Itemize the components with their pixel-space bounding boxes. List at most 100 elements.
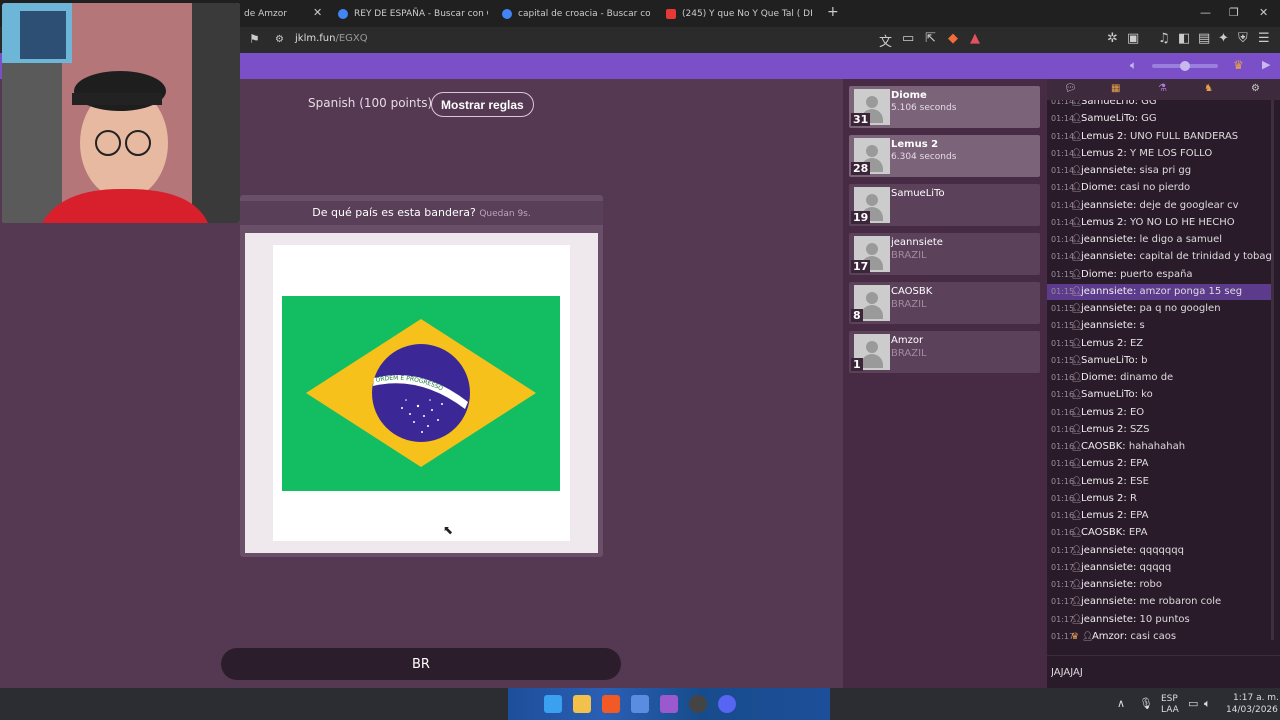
chat-username[interactable]: SamueLiTo <box>1081 100 1135 107</box>
wallet-icon[interactable]: ▤ <box>1198 31 1210 46</box>
close-window-icon[interactable]: ✕ <box>1259 6 1268 19</box>
chat-username[interactable]: Lemus 2 <box>1081 217 1123 228</box>
clock-date[interactable]: 14/03/2026 <box>1226 705 1278 715</box>
chat-username[interactable]: Lemus 2 <box>1081 424 1123 435</box>
language-primary[interactable]: ESP <box>1161 694 1178 704</box>
chat-username[interactable]: CAOSBK <box>1081 441 1122 452</box>
chat-username[interactable]: Lemus 2 <box>1081 510 1123 521</box>
flask-icon[interactable]: ⚗ <box>1158 83 1167 94</box>
volume-slider-knob[interactable] <box>1180 61 1190 71</box>
new-tab-button[interactable]: + <box>827 4 839 20</box>
chat-bubble-icon[interactable]: 💬︎ <box>1064 83 1077 94</box>
brazil-flag-image: ORDEM E PROGRESSO <box>282 296 560 491</box>
chat-scrollbar[interactable] <box>1271 100 1274 640</box>
play-icon[interactable]: ▶ <box>1262 58 1270 71</box>
chat-username[interactable]: Lemus 2 <box>1081 131 1123 142</box>
extensions-icon[interactable]: ✲ <box>1107 31 1118 46</box>
chat-timestamp: 01:15 <box>1051 355 1075 365</box>
show-rules-button[interactable]: Mostrar reglas <box>431 92 534 117</box>
webcam-overlay <box>2 3 240 223</box>
chat-username[interactable]: jeannsiete <box>1081 579 1133 590</box>
sidebar-icon[interactable]: ◧ <box>1178 31 1190 46</box>
chat-username[interactable]: jeannsiete <box>1081 562 1133 573</box>
users-icon[interactable]: ♞ <box>1204 83 1213 94</box>
brave-icon[interactable] <box>602 695 620 713</box>
minimize-icon[interactable]: — <box>1200 6 1211 19</box>
cast-icon[interactable]: ▭ <box>902 31 914 46</box>
chat-username[interactable]: Lemus 2 <box>1081 148 1123 159</box>
url-field[interactable]: jklm.fun/EGXQ <box>295 33 368 44</box>
speaker-icon[interactable]: 🔈︎ <box>1204 697 1211 711</box>
chat-username[interactable]: Diome <box>1081 372 1114 383</box>
chat-username[interactable]: Diome <box>1081 269 1114 280</box>
microphone-icon[interactable]: 🎙︎ <box>1139 697 1153 710</box>
chat-username[interactable]: Diome <box>1081 182 1114 193</box>
player-answer: BRAZIL <box>891 348 927 359</box>
chat-message: 01:14👤︎jeannsiete: le digo a samuel <box>1047 232 1273 248</box>
player-name: Diome <box>891 90 927 101</box>
chat-username[interactable]: jeannsiete <box>1081 303 1133 314</box>
menu-icon[interactable]: ☰ <box>1258 31 1270 46</box>
media-icon[interactable]: ♫ <box>1158 31 1170 46</box>
chat-text: Y ME LOS FOLLO <box>1129 147 1213 159</box>
chat-username[interactable]: jeannsiete <box>1081 200 1133 211</box>
tab-youtube[interactable]: (245) Y que No Y Que Tal ( DFAST <box>666 4 812 24</box>
chat-username[interactable]: jeannsiete <box>1081 320 1133 331</box>
vpn-icon[interactable]: ⛨ <box>1238 31 1248 46</box>
crown-icon[interactable]: ♛ <box>1233 58 1244 72</box>
chat-username[interactable]: jeannsiete <box>1081 286 1133 297</box>
user-icon: 👤︎ <box>1071 114 1083 125</box>
chat-username[interactable]: Amzor <box>1092 631 1124 642</box>
youtube-icon <box>666 9 676 19</box>
network-icon[interactable]: ▭ <box>1188 697 1198 710</box>
screenshot-icon[interactable]: ▣ <box>1127 31 1139 46</box>
file-explorer-icon[interactable] <box>573 695 591 713</box>
chat-username[interactable]: jeannsiete <box>1081 234 1133 245</box>
chat-input[interactable] <box>1047 655 1280 688</box>
tab-capital-croacia[interactable]: capital de croacia - Buscar con Goog <box>502 4 650 24</box>
tab-rey-de-espana[interactable]: REY DE ESPAÑA - Buscar con Google <box>338 4 488 24</box>
close-tab-icon[interactable]: ✕ <box>313 6 322 19</box>
chat-username[interactable]: CAOSBK <box>1081 527 1122 538</box>
app-icon[interactable] <box>660 695 678 713</box>
chat-username[interactable]: jeannsiete <box>1081 545 1133 556</box>
chat-username[interactable]: SamueLiTo <box>1081 355 1135 366</box>
language-secondary[interactable]: LAA <box>1161 705 1179 715</box>
chat-username[interactable]: SamueLiTo <box>1081 389 1135 400</box>
leo-icon[interactable]: ✦ <box>1218 31 1229 46</box>
user-icon: 👤︎ <box>1071 545 1083 556</box>
user-icon: 👤︎ <box>1071 183 1083 194</box>
obs-icon[interactable] <box>689 695 707 713</box>
chat-username[interactable]: Lemus 2 <box>1081 458 1123 469</box>
discord-icon[interactable] <box>718 695 736 713</box>
tray-chevron-icon[interactable]: ∧ <box>1117 697 1125 710</box>
brave-rewards-icon[interactable]: ▲ <box>970 31 980 46</box>
trophy-icon[interactable]: ▦ <box>1111 83 1120 94</box>
chat-username[interactable]: jeannsiete <box>1081 596 1133 607</box>
chat-username[interactable]: Lemus 2 <box>1081 338 1123 349</box>
store-icon[interactable] <box>631 695 649 713</box>
chat-username[interactable]: jeannsiete <box>1081 165 1133 176</box>
chat-username[interactable]: Lemus 2 <box>1081 476 1123 487</box>
chat-username[interactable]: jeannsiete <box>1081 614 1133 625</box>
site-settings-icon[interactable]: ⚙ <box>275 34 284 45</box>
tab-amzor[interactable]: de Amzor <box>244 4 308 24</box>
player-answer: BRAZIL <box>891 299 927 310</box>
chat-username[interactable]: Lemus 2 <box>1081 407 1123 418</box>
chat-username[interactable]: SamueLiTo <box>1081 113 1135 124</box>
share-icon[interactable]: ⇱ <box>925 31 936 46</box>
answer-input[interactable] <box>221 648 621 680</box>
volume-icon[interactable]: 🔈︎ <box>1130 58 1137 73</box>
translate-icon[interactable]: 文 <box>879 31 892 50</box>
brave-shield-icon[interactable]: ◆ <box>948 31 958 46</box>
settings-icon[interactable]: ⚙ <box>1251 83 1260 94</box>
chat-username[interactable]: Lemus 2 <box>1081 493 1123 504</box>
maximize-icon[interactable]: ❐ <box>1229 6 1239 19</box>
chat-message: 01:15👤︎jeannsiete: s <box>1047 318 1273 334</box>
bookmark-icon[interactable]: ⚑ <box>249 32 260 46</box>
clock-time[interactable]: 1:17 a. m. <box>1233 693 1279 703</box>
start-icon[interactable] <box>544 695 562 713</box>
timer-text: Quedan 9s. <box>479 209 531 219</box>
chat-text: pa q no googlen <box>1139 303 1221 314</box>
chat-username[interactable]: jeannsiete <box>1081 251 1133 262</box>
